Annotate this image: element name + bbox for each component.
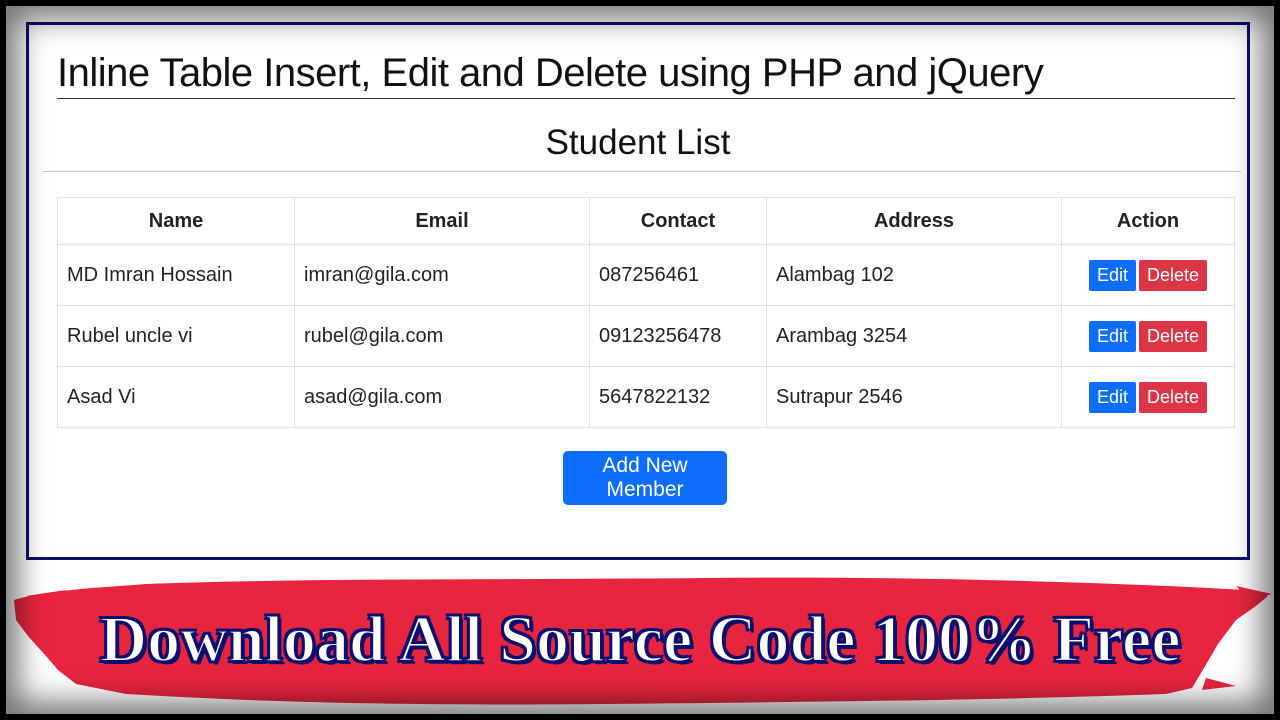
section-title: Student List (545, 123, 731, 162)
edit-button[interactable]: Edit (1088, 381, 1136, 413)
thumbnail-frame: Inline Table Insert, Edit and Delete usi… (6, 6, 1274, 714)
cell-name[interactable]: MD Imran Hossain (57, 244, 295, 306)
delete-button[interactable]: Delete (1139, 381, 1208, 413)
cell-contact[interactable]: 09123256478 (589, 305, 767, 367)
cell-email[interactable]: asad@gila.com (294, 366, 590, 428)
table-row: MD Imran Hossain imran@gila.com 08725646… (57, 244, 1235, 306)
edit-button[interactable]: Edit (1088, 259, 1136, 291)
divider (43, 171, 1241, 172)
column-header-name: Name (57, 197, 295, 245)
app-panel: Inline Table Insert, Edit and Delete usi… (26, 22, 1250, 560)
page-title: Inline Table Insert, Edit and Delete usi… (57, 51, 1235, 99)
cell-action: Edit Delete (1061, 244, 1235, 306)
cell-address[interactable]: Alambag 102 (766, 244, 1062, 306)
edit-button[interactable]: Edit (1088, 320, 1136, 352)
column-header-email: Email (294, 197, 590, 245)
add-new-member-button[interactable]: Add New Member (563, 451, 727, 505)
cell-contact[interactable]: 5647822132 (589, 366, 767, 428)
delete-button[interactable]: Delete (1139, 259, 1208, 291)
cell-name[interactable]: Asad Vi (57, 366, 295, 428)
cell-email[interactable]: imran@gila.com (294, 244, 590, 306)
delete-button[interactable]: Delete (1139, 320, 1208, 352)
column-header-action: Action (1061, 197, 1235, 245)
table-header-row: Name Email Contact Address Action (57, 197, 1235, 245)
table-row: Rubel uncle vi rubel@gila.com 0912325647… (57, 305, 1235, 367)
cell-address[interactable]: Arambag 3254 (766, 305, 1062, 367)
column-header-address: Address (766, 197, 1062, 245)
cell-address[interactable]: Sutrapur 2546 (766, 366, 1062, 428)
promo-banner-text: Download All Source Code 100% Free (98, 602, 1181, 677)
column-header-contact: Contact (589, 197, 767, 245)
cell-action: Edit Delete (1061, 305, 1235, 367)
cell-action: Edit Delete (1061, 366, 1235, 428)
cell-name[interactable]: Rubel uncle vi (57, 305, 295, 367)
cell-email[interactable]: rubel@gila.com (294, 305, 590, 367)
cell-contact[interactable]: 087256461 (589, 244, 767, 306)
table-row: Asad Vi asad@gila.com 5647822132 Sutrapu… (57, 366, 1235, 428)
student-table: Name Email Contact Address Action MD Imr… (57, 197, 1235, 428)
